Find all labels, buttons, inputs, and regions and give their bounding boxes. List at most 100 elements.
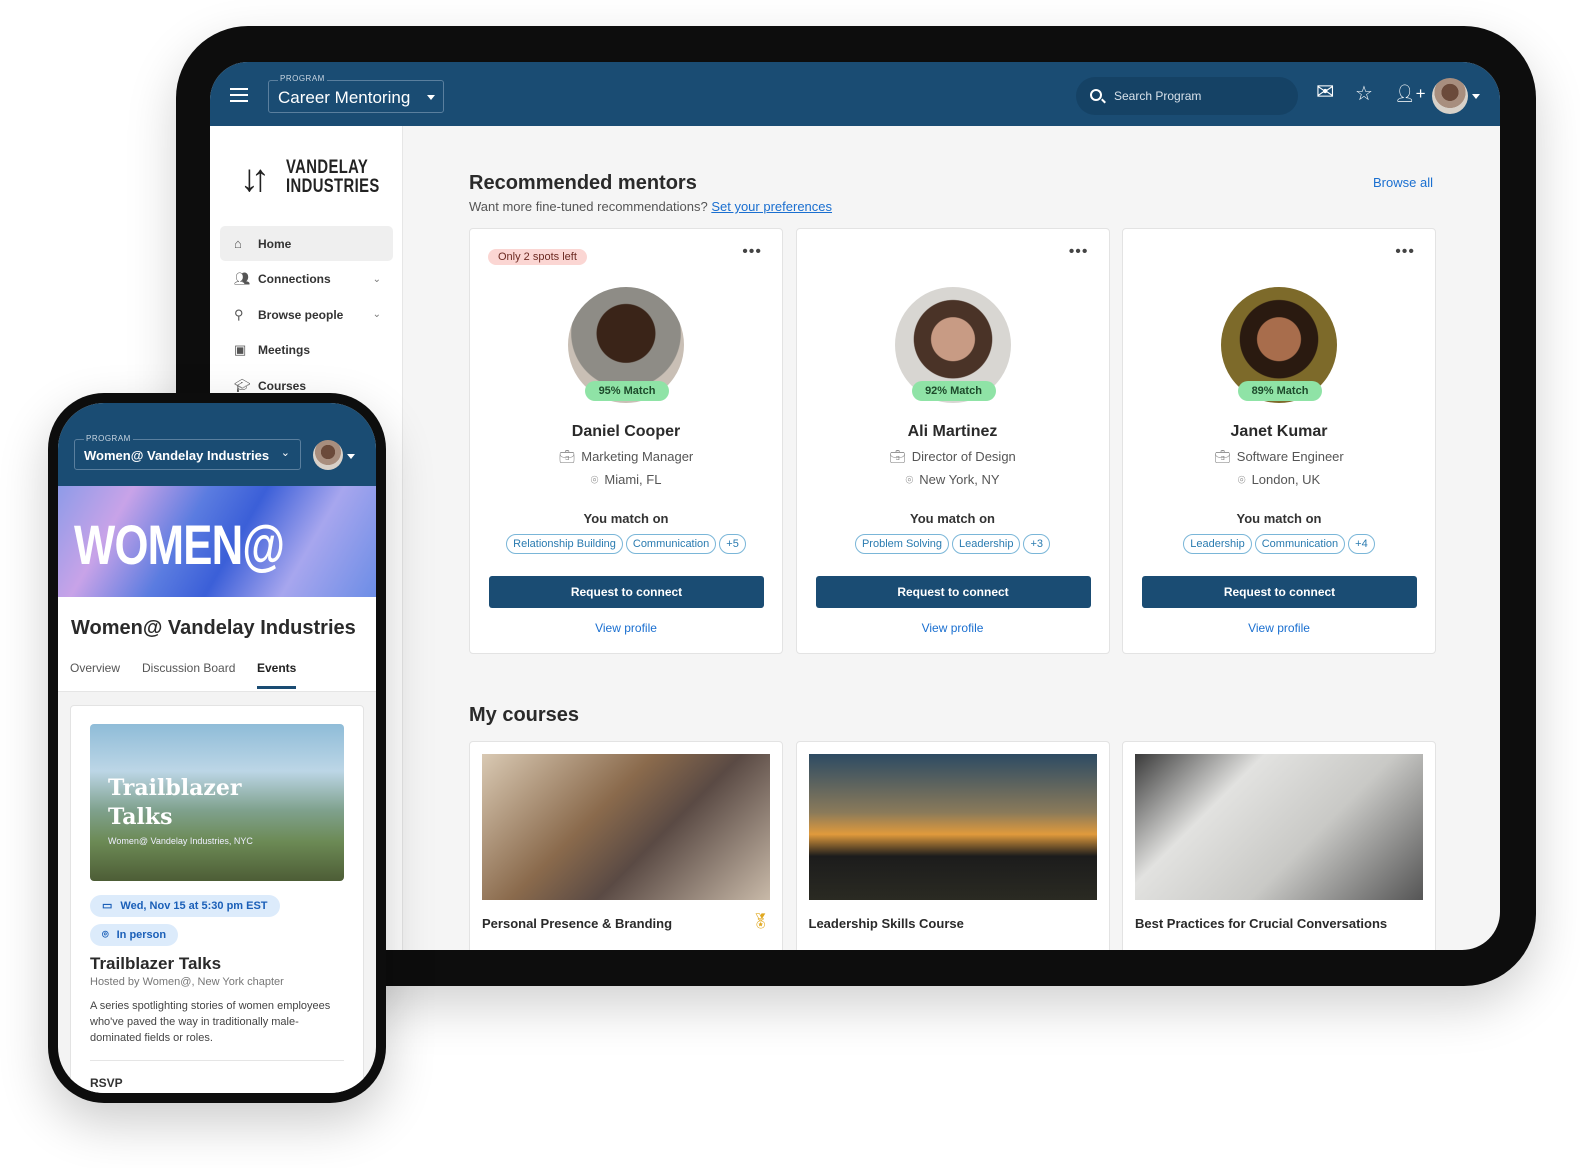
skill-chip[interactable]: Leadership — [952, 534, 1021, 554]
group-banner: WOMEN@ — [58, 486, 376, 597]
tab-overview[interactable]: Overview — [70, 661, 120, 675]
sidebar-item-meetings[interactable]: ▣ Meetings — [220, 333, 393, 368]
more-options-icon[interactable]: ••• — [1395, 243, 1415, 261]
skill-chip[interactable]: Problem Solving — [854, 534, 950, 554]
event-title: Trailblazer Talks — [90, 954, 222, 973]
skill-chip[interactable]: Relationship Building — [506, 534, 623, 554]
skill-chip[interactable]: +5 — [719, 534, 746, 554]
match-badge: 89% Match — [1238, 381, 1322, 401]
mentor-name: Daniel Cooper — [571, 423, 681, 440]
browse-all-link[interactable]: Browse all — [1373, 175, 1433, 190]
course-card[interactable]: Personal Presence & Branding 🏅︎ — [469, 741, 783, 950]
event-image-subtitle: Women@ Vandelay Industries, NYC — [108, 836, 253, 846]
location-pin-icon: ⌾ — [590, 472, 599, 487]
tablet-screen: PROGRAM Career Mentoring ✉ ☆ 👤︎+ ↓↑ VAND… — [210, 62, 1500, 950]
tab-discussion-board[interactable]: Discussion Board — [142, 661, 235, 675]
event-date-badge: ▭ Wed, Nov 15 at 5:30 pm EST — [90, 895, 280, 917]
view-profile-link[interactable]: View profile — [470, 621, 782, 635]
chevron-down-icon[interactable]: ⌄ — [373, 274, 381, 285]
divider — [90, 1060, 344, 1061]
chevron-down-icon[interactable]: ⌄ — [373, 309, 381, 320]
sidebar-item-label: Courses — [258, 378, 307, 393]
sidebar-item-home[interactable]: ⌂ Home — [220, 226, 393, 261]
course-image — [482, 754, 770, 900]
spots-left-badge: Only 2 spots left — [488, 249, 587, 265]
courses-title: My courses — [469, 704, 580, 726]
star-icon[interactable]: ☆ — [1355, 84, 1373, 104]
mentors-subtitle: Want more fine-tuned recommendations? Se… — [469, 199, 833, 214]
more-options-icon[interactable]: ••• — [742, 243, 762, 261]
mentor-name: Ali Martinez — [907, 423, 998, 440]
mentor-location: ⌾ Miami, FL — [590, 472, 662, 487]
mail-icon[interactable]: ✉ — [1316, 81, 1334, 103]
match-on-label: You match on — [910, 511, 995, 526]
skill-chip[interactable]: +3 — [1023, 534, 1051, 554]
calendar-icon: ▣ — [234, 342, 247, 357]
skill-chips: Relationship Building Communication +5 — [470, 534, 782, 554]
request-to-connect-button[interactable]: Request to connect — [489, 576, 764, 608]
browse-people-icon: ⚲ — [234, 306, 244, 322]
view-profile-link[interactable]: View profile — [797, 621, 1109, 635]
program-value: Career Mentoring — [278, 88, 411, 107]
program-selector[interactable]: PROGRAM Women@ Vandelay Industries ⌄ — [74, 434, 301, 470]
add-user-icon[interactable]: 👤︎+ — [1394, 84, 1426, 104]
mentor-name: Janet Kumar — [1230, 423, 1328, 440]
mentor-role: 💼︎ Marketing Manager — [558, 449, 694, 464]
program-value: Women@ Vandelay Industries — [84, 448, 270, 463]
location-pin-icon: ⌾ — [1237, 472, 1246, 487]
program-label: PROGRAM — [278, 74, 327, 83]
caret-down-icon[interactable] — [1472, 94, 1480, 99]
view-profile-link[interactable]: View profile — [1123, 621, 1435, 635]
request-to-connect-button[interactable]: Request to connect — [815, 576, 1091, 608]
caret-down-icon[interactable] — [347, 454, 355, 459]
event-image: Trailblazer Talks Women@ Vandelay Industr… — [90, 724, 344, 881]
skill-chip[interactable]: Leadership — [1183, 534, 1252, 554]
mentor-role: 💼︎ Software Engineer — [1214, 449, 1344, 464]
search-input[interactable] — [1114, 77, 1284, 115]
set-preferences-link[interactable]: Set your preferences — [711, 199, 832, 214]
course-title: Leadership Skills Course — [808, 916, 964, 931]
caret-down-icon — [427, 95, 435, 100]
course-title: Personal Presence & Branding — [482, 916, 673, 931]
location-pin-icon: ⌾ — [905, 472, 914, 487]
event-description: A series spotlighting stories of women e… — [90, 1000, 331, 1044]
event-image-title: Trailblazer Talks — [108, 775, 242, 830]
calendar-icon: ▭ — [102, 900, 113, 912]
event-host: Hosted by Women@, New York chapter — [90, 976, 284, 988]
sidebar-item-connections[interactable]: 👥︎ Connections ⌄ — [220, 262, 393, 297]
chevron-down-icon: ⌄ — [280, 447, 290, 459]
briefcase-icon: 💼︎ — [558, 449, 576, 464]
program-label: PROGRAM — [84, 434, 133, 443]
sidebar-item-label: Meetings — [258, 343, 311, 357]
search-bar[interactable] — [1076, 77, 1298, 115]
graduation-cap-icon: 🎓︎ — [234, 377, 251, 393]
course-card[interactable]: Leadership Skills Course — [795, 741, 1110, 950]
event-card[interactable]: Trailblazer Talks Women@ Vandelay Industr… — [70, 705, 364, 1093]
location-pin-icon: ⌾ — [102, 929, 109, 941]
skill-chip[interactable]: +4 — [1348, 534, 1375, 554]
match-badge: 95% Match — [585, 381, 669, 401]
mentor-location: ⌾ New York, NY — [905, 472, 1000, 487]
menu-icon[interactable] — [230, 88, 248, 102]
top-header: PROGRAM Career Mentoring ✉ ☆ 👤︎+ — [210, 62, 1500, 126]
match-badge: 92% Match — [911, 381, 996, 401]
phone-header: PROGRAM Women@ Vandelay Industries ⌄ — [58, 403, 376, 486]
award-icon: 🏅︎ — [750, 913, 770, 930]
mentor-location: ⌾ London, UK — [1237, 472, 1321, 487]
skill-chip[interactable]: Communication — [1254, 534, 1346, 554]
sidebar-item-label: Browse people — [258, 307, 344, 322]
program-selector[interactable]: PROGRAM Career Mentoring — [268, 74, 444, 113]
more-options-icon[interactable]: ••• — [1069, 243, 1089, 261]
tab-events[interactable]: Events — [257, 661, 297, 689]
skill-chip[interactable]: Communication — [625, 534, 717, 554]
group-title: Women@ Vandelay Industries — [71, 617, 356, 639]
avatar[interactable] — [313, 440, 343, 470]
group-header: Women@ Vandelay Industries Overview Disc… — [58, 597, 376, 692]
sidebar-item-browse-people[interactable]: ⚲ Browse people ⌄ — [220, 297, 393, 332]
request-to-connect-button[interactable]: Request to connect — [1142, 576, 1417, 608]
course-card[interactable]: Best Practices for Crucial Conversations — [1122, 741, 1436, 950]
rsvp-label: RSVP — [90, 1076, 123, 1090]
mentors-title: Recommended mentors — [469, 172, 697, 194]
briefcase-icon: 💼︎ — [1214, 449, 1231, 464]
avatar[interactable] — [1432, 78, 1468, 114]
